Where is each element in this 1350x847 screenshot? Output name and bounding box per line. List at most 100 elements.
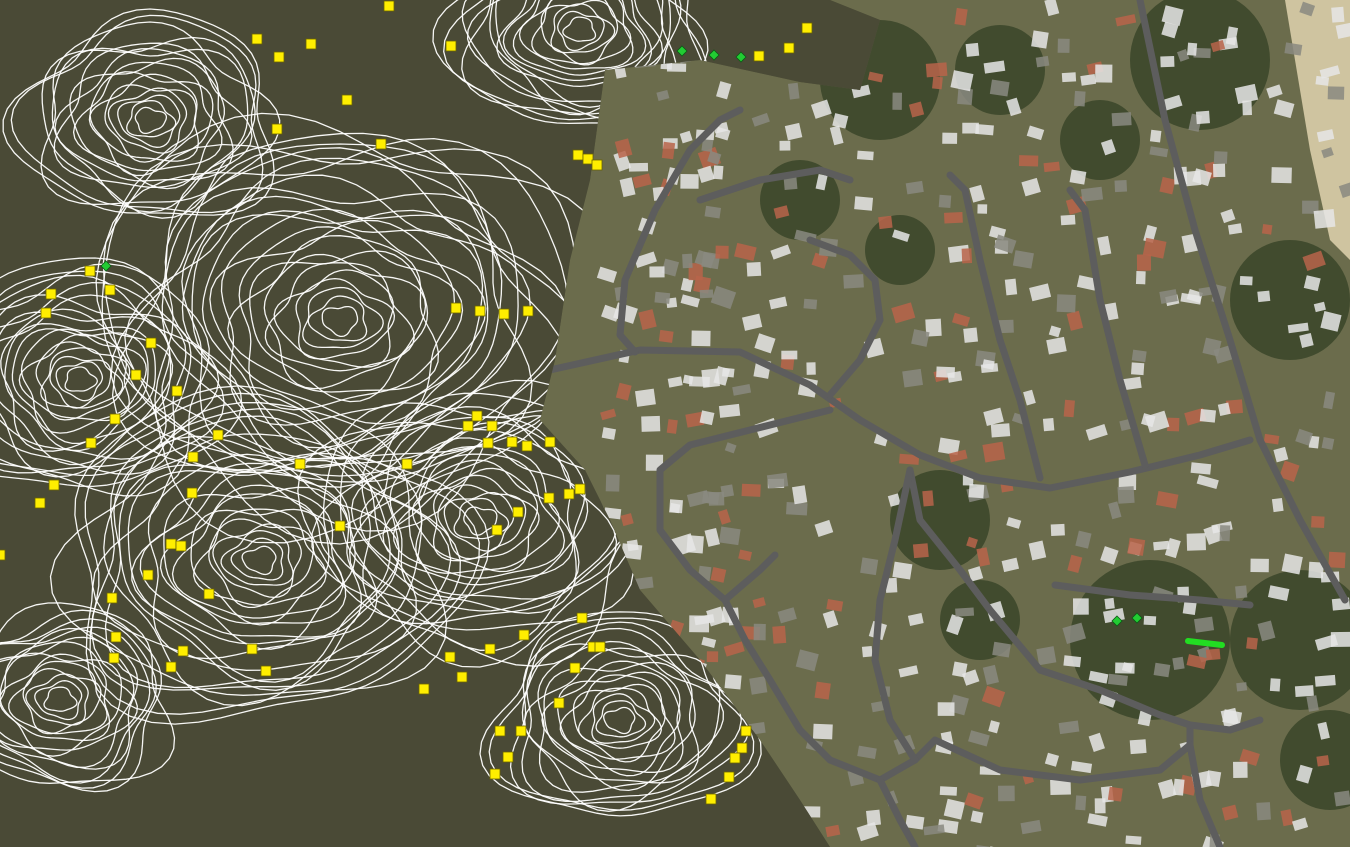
survey-square-marker[interactable] [273, 51, 285, 63]
survey-square-marker[interactable] [515, 725, 527, 737]
survey-square-marker[interactable] [142, 569, 154, 581]
survey-square-marker[interactable] [489, 768, 501, 780]
survey-square-marker[interactable] [543, 492, 555, 504]
survey-square-marker[interactable] [110, 631, 122, 643]
survey-square-marker[interactable] [801, 22, 813, 34]
house-roof [753, 623, 766, 641]
survey-square-marker[interactable] [574, 483, 586, 495]
survey-square-marker[interactable] [418, 683, 430, 695]
house-roof [1012, 250, 1034, 269]
survey-square-marker[interactable] [445, 40, 457, 52]
survey-square-marker[interactable] [494, 725, 506, 737]
survey-square-marker[interactable] [375, 138, 387, 150]
survey-square-marker[interactable] [104, 284, 116, 296]
survey-square-marker[interactable] [165, 661, 177, 673]
survey-square-marker[interactable] [175, 540, 187, 552]
house-roof [856, 150, 874, 161]
house-roof [1187, 42, 1198, 56]
house-roof [1073, 598, 1089, 615]
house-roof [1186, 533, 1206, 551]
survey-square-marker[interactable] [0, 549, 6, 561]
survey-square-marker[interactable] [84, 265, 96, 277]
survey-square-marker[interactable] [130, 369, 142, 381]
house-roof [1050, 523, 1065, 536]
survey-square-marker[interactable] [563, 488, 575, 500]
survey-square-marker[interactable] [456, 671, 468, 683]
survey-square-marker[interactable] [341, 94, 353, 106]
survey-square-marker[interactable] [518, 629, 530, 641]
house-roof [812, 723, 833, 740]
survey-square-marker[interactable] [594, 641, 606, 653]
survey-square-marker[interactable] [484, 643, 496, 655]
survey-square-marker[interactable] [203, 588, 215, 600]
survey-square-marker[interactable] [512, 506, 524, 518]
house-roof [713, 165, 724, 180]
survey-square-marker[interactable] [45, 288, 57, 300]
house-roof [1114, 180, 1128, 193]
survey-square-marker[interactable] [186, 487, 198, 499]
survey-square-marker[interactable] [401, 458, 413, 470]
house-roof [601, 427, 616, 440]
survey-square-marker[interactable] [450, 302, 462, 314]
survey-line-segment[interactable] [1185, 638, 1225, 648]
survey-square-marker[interactable] [462, 420, 474, 432]
survey-square-marker[interactable] [729, 752, 741, 764]
survey-square-marker[interactable] [491, 524, 503, 536]
survey-square-marker[interactable] [40, 307, 52, 319]
survey-square-marker[interactable] [334, 520, 346, 532]
survey-square-marker[interactable] [591, 159, 603, 171]
survey-square-marker[interactable] [736, 742, 748, 754]
survey-square-marker[interactable] [522, 305, 534, 317]
survey-square-marker[interactable] [383, 0, 395, 12]
survey-square-marker[interactable] [544, 436, 556, 448]
survey-square-marker[interactable] [553, 697, 565, 709]
survey-square-marker[interactable] [723, 771, 735, 783]
map-svg[interactable] [0, 0, 1350, 847]
survey-square-marker[interactable] [783, 42, 795, 54]
survey-square-marker[interactable] [109, 413, 121, 425]
survey-square-marker[interactable] [486, 420, 498, 432]
survey-square-marker[interactable] [740, 725, 752, 737]
survey-square-marker[interactable] [482, 437, 494, 449]
survey-square-marker[interactable] [271, 123, 283, 135]
survey-square-marker[interactable] [106, 592, 118, 604]
survey-square-marker[interactable] [444, 651, 456, 663]
house-roof [1199, 408, 1217, 423]
map-canvas[interactable] [0, 0, 1350, 847]
survey-square-marker[interactable] [251, 33, 263, 45]
survey-square-marker[interactable] [576, 612, 588, 624]
house-roof [699, 410, 715, 426]
survey-square-marker[interactable] [171, 385, 183, 397]
survey-square-marker[interactable] [260, 665, 272, 677]
house-roof [843, 274, 864, 289]
survey-square-marker[interactable] [506, 436, 518, 448]
survey-square-marker[interactable] [572, 149, 584, 161]
survey-square-marker[interactable] [498, 308, 510, 320]
survey-square-marker[interactable] [48, 479, 60, 491]
survey-square-marker[interactable] [753, 50, 765, 62]
survey-square-marker[interactable] [305, 38, 317, 50]
survey-square-marker[interactable] [471, 410, 483, 422]
survey-square-marker[interactable] [34, 497, 46, 509]
house-roof [1031, 30, 1049, 49]
survey-square-marker[interactable] [85, 437, 97, 449]
survey-square-marker[interactable] [177, 645, 189, 657]
house-roof [1213, 163, 1226, 178]
survey-square-marker[interactable] [108, 652, 120, 664]
house-roof [989, 79, 1010, 97]
survey-square-marker[interactable] [582, 153, 594, 165]
house-roof [1205, 648, 1221, 661]
survey-square-marker[interactable] [502, 751, 514, 763]
survey-square-marker[interactable] [246, 643, 258, 655]
house-roof [905, 814, 925, 830]
survey-square-marker[interactable] [521, 440, 533, 452]
survey-square-marker[interactable] [145, 337, 157, 349]
house-roof [1153, 662, 1171, 678]
survey-square-marker[interactable] [212, 429, 224, 441]
survey-square-marker[interactable] [569, 662, 581, 674]
survey-square-marker[interactable] [294, 458, 306, 470]
survey-square-marker[interactable] [474, 305, 486, 317]
survey-square-marker[interactable] [705, 793, 717, 805]
survey-square-marker[interactable] [165, 538, 177, 550]
survey-square-marker[interactable] [187, 451, 199, 463]
